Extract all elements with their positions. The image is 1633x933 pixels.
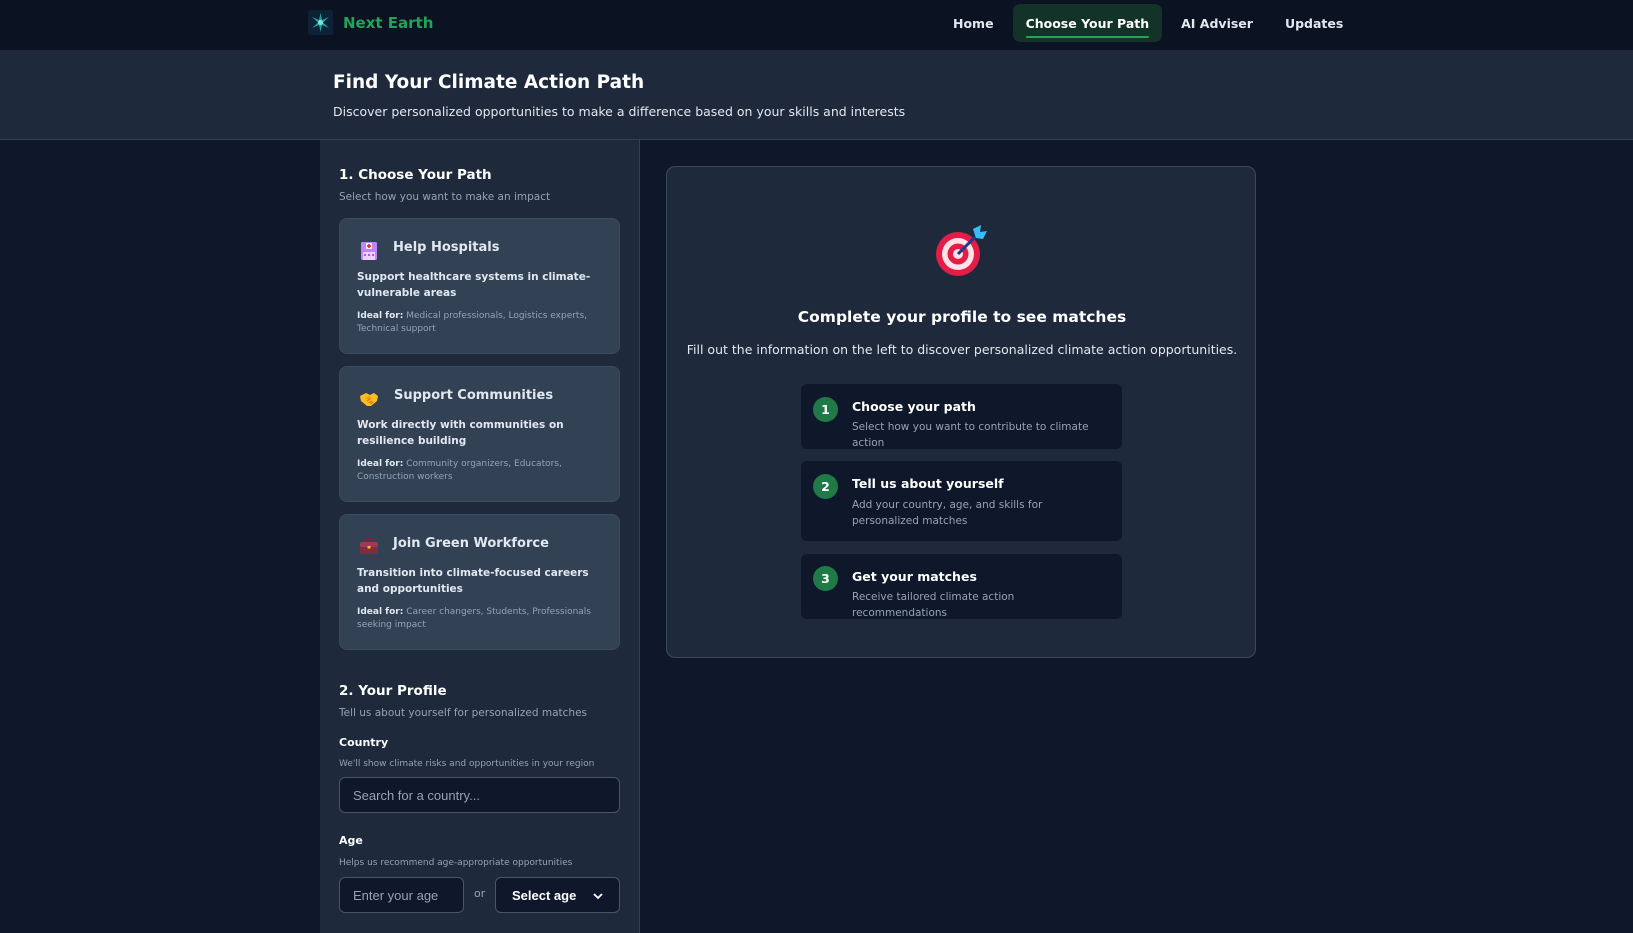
section-subtitle-choose-path: Select how you want to make an impact: [339, 191, 551, 203]
step-card: 3 Get your matches Receive tailored clim…: [801, 554, 1122, 619]
path-card-ideal-for: Ideal for: Medical professionals, Logist…: [357, 310, 607, 335]
section-title-profile: 2. Your Profile: [339, 683, 447, 699]
target-icon: [933, 223, 989, 279]
brand-name: Next Earth: [343, 13, 434, 32]
nav-link-choose-your-path[interactable]: Choose Your Path: [1012, 4, 1163, 42]
nav-link-updates[interactable]: Updates: [1272, 4, 1356, 42]
age-label: Age: [339, 834, 363, 847]
age-hint: Helps us recommend age-appropriate oppor…: [339, 858, 573, 868]
step-number-badge: 1: [813, 397, 838, 422]
ideal-for-label: Ideal for:: [357, 607, 404, 617]
chevron-down-icon: [593, 888, 603, 903]
path-card-title: Support Communities: [394, 388, 554, 403]
nav-links: Home Choose Your Path AI Adviser Updates: [940, 4, 1362, 42]
step-number-badge: 3: [813, 566, 838, 591]
step-description: Receive tailored climate action recommen…: [852, 591, 1015, 619]
age-select-value: Select age: [512, 887, 577, 903]
nav-link-ai-adviser[interactable]: AI Adviser: [1168, 4, 1266, 42]
hospital-icon: [358, 239, 380, 261]
age-select[interactable]: Select age: [495, 877, 620, 913]
step-title: Choose your path: [852, 399, 976, 414]
country-search-input[interactable]: [339, 777, 620, 813]
path-card-ideal-for: Ideal for: Community organizers, Educato…: [357, 458, 607, 483]
path-card-description: Support healthcare systems in climate-vu…: [357, 271, 591, 299]
path-card-support-communities[interactable]: Support Communities Work directly with c…: [339, 366, 620, 502]
path-card-title: Join Green Workforce: [393, 536, 549, 551]
step-title: Get your matches: [852, 569, 977, 584]
sidebar: 1. Choose Your Path Select how you want …: [320, 140, 640, 933]
briefcase-icon: [358, 535, 380, 557]
nav-link-home[interactable]: Home: [940, 4, 1007, 42]
ideal-for-label: Ideal for:: [357, 311, 404, 321]
step-title: Tell us about yourself: [852, 476, 1004, 491]
step-number-badge: 2: [813, 474, 838, 499]
page-subtitle: Discover personalized opportunities to m…: [333, 104, 906, 119]
panel-title: Complete your profile to see matches: [797, 308, 1127, 326]
step-description: Add your country, age, and skills for pe…: [852, 499, 1043, 527]
path-card-description: Work directly with communities on resili…: [357, 419, 564, 447]
step-card: 1 Choose your path Select how you want t…: [801, 384, 1122, 449]
page-header: Find Your Climate Action Path Discover p…: [0, 51, 1633, 140]
country-label: Country: [339, 736, 389, 749]
section-subtitle-profile: Tell us about yourself for personalized …: [339, 707, 587, 719]
page-title: Find Your Climate Action Path: [333, 72, 645, 93]
brand[interactable]: Next Earth: [308, 10, 433, 35]
panel-subtitle: Fill out the information on the left to …: [686, 342, 1238, 357]
age-input[interactable]: [339, 877, 464, 913]
ideal-for-label: Ideal for:: [357, 459, 404, 469]
matches-placeholder-panel: Complete your profile to see matches Fil…: [666, 166, 1256, 658]
step-card: 2 Tell us about yourself Add your countr…: [801, 461, 1122, 541]
path-card-help-hospitals[interactable]: Help Hospitals Support healthcare system…: [339, 218, 620, 354]
top-navigation: Next Earth Home Choose Your Path AI Advi…: [0, 0, 1633, 51]
path-card-ideal-for: Ideal for: Career changers, Students, Pr…: [357, 606, 607, 631]
country-hint: We'll show climate risks and opportuniti…: [339, 759, 595, 769]
step-description: Select how you want to contribute to cli…: [852, 421, 1089, 449]
path-card-title: Help Hospitals: [393, 240, 500, 255]
brand-logo-icon: [308, 10, 333, 35]
path-card-description: Transition into climate-focused careers …: [357, 567, 589, 595]
handshake-icon: [358, 387, 380, 409]
section-title-choose-path: 1. Choose Your Path: [339, 167, 492, 183]
path-card-join-green-workforce[interactable]: Join Green Workforce Transition into cli…: [339, 514, 620, 650]
or-separator: or: [474, 887, 486, 900]
